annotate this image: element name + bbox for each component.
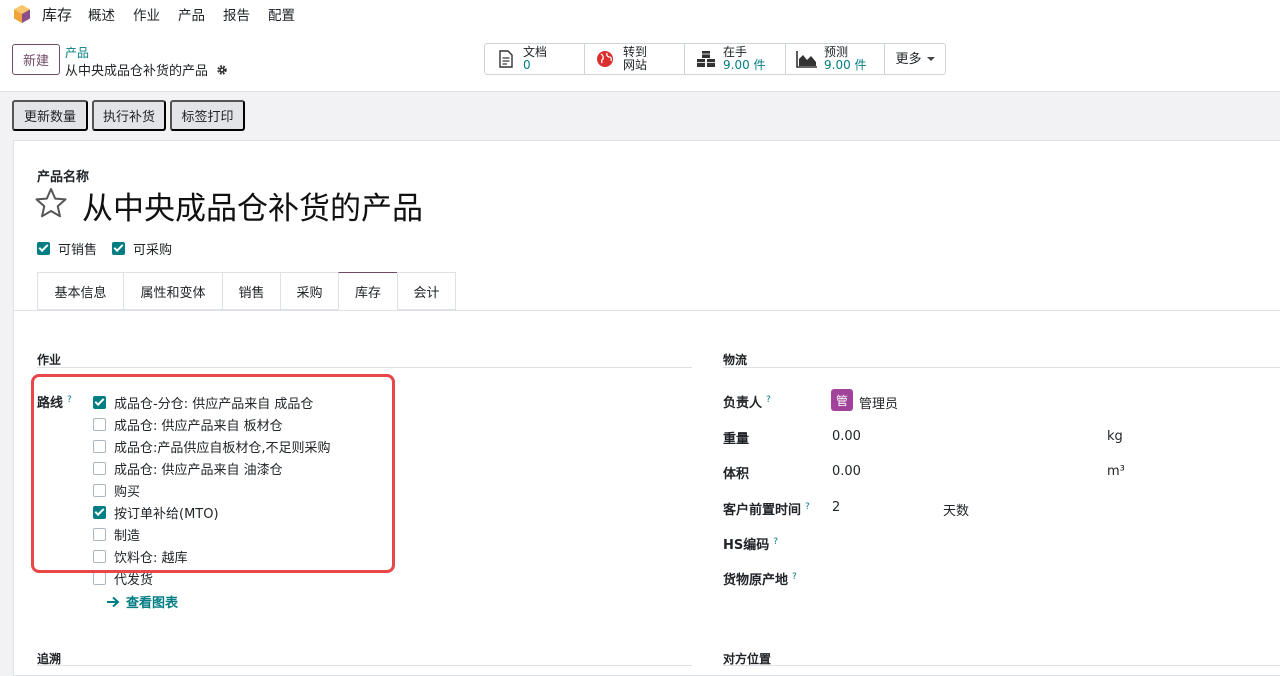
hs-code-label-text: HS编码	[723, 538, 770, 553]
website-value: 网站	[623, 58, 648, 72]
can-be-purchased-label: 可采购	[133, 243, 173, 258]
new-button[interactable]: 新建	[12, 44, 60, 75]
menu-overview[interactable]: 概述	[88, 4, 115, 24]
origin-label: 货物原产地?	[723, 569, 797, 588]
notebook-tabs: 基本信息 属性和变体 销售 采购 库存 会计	[37, 272, 456, 310]
customer-lead-time-label-text: 客户前置时间	[723, 503, 802, 518]
cubes-icon	[697, 51, 715, 67]
operations-group-title: 作业	[37, 353, 62, 367]
breadcrumb-current-label: 从中央成品仓补货的产品	[65, 64, 209, 79]
more-label: 更多	[895, 51, 922, 67]
can-be-sold-checkbox[interactable]: 可销售	[37, 239, 97, 258]
globe-icon	[597, 51, 613, 67]
annotation-highlight-box	[31, 374, 395, 573]
forecast-value: 9.00 件	[824, 58, 867, 72]
origin-label-text: 货物原产地	[723, 573, 789, 588]
group-divider	[37, 367, 692, 368]
responsible-label-text: 负责人	[723, 396, 763, 411]
breadcrumb-current: 从中央成品仓补货的产品	[65, 60, 228, 79]
documents-count: 0	[523, 58, 531, 72]
update-quantity-button[interactable]: 更新数量	[12, 100, 88, 131]
avatar: 管	[831, 389, 853, 411]
volume-label: 体积	[723, 467, 750, 482]
menu-configuration[interactable]: 配置	[268, 4, 295, 24]
checkbox-checked[interactable]	[112, 242, 125, 255]
on-hand-button[interactable]: 在手 9.00 件	[685, 44, 786, 74]
app-name[interactable]: 库存	[42, 4, 72, 25]
tab-inventory[interactable]: 库存	[338, 272, 397, 310]
menu-products[interactable]: 产品	[178, 4, 205, 24]
weight-field[interactable]: 0.00	[832, 429, 861, 444]
weight-label: 重量	[723, 432, 750, 447]
view-diagram-label: 查看图表	[126, 596, 179, 611]
group-divider	[37, 665, 692, 666]
gear-icon[interactable]	[216, 64, 228, 76]
document-icon	[499, 50, 513, 68]
arrow-right-icon	[107, 596, 120, 607]
responsible-field[interactable]: 管理员	[859, 393, 898, 412]
view-diagram-link[interactable]: 查看图表	[106, 592, 178, 611]
smart-buttons: 文档 0 转到 网站 在手 9.00 件 预测 9.00 件 更多	[484, 43, 946, 75]
customer-lead-time-unit: 天数	[943, 504, 970, 519]
help-icon[interactable]: ?	[766, 395, 771, 405]
star-icon[interactable]	[35, 187, 67, 219]
menu-operations[interactable]: 作业	[133, 4, 160, 24]
go-to-website-button[interactable]: 转到 网站	[585, 44, 685, 74]
tab-attributes-variants[interactable]: 属性和变体	[123, 272, 222, 310]
tab-accounting[interactable]: 会计	[397, 272, 456, 310]
customer-lead-time-field[interactable]: 2	[832, 500, 840, 515]
caret-down-icon	[926, 57, 935, 61]
can-be-purchased-checkbox[interactable]: 可采购	[112, 239, 172, 258]
print-labels-button[interactable]: 标签打印	[170, 100, 245, 131]
weight-unit: kg	[1107, 429, 1123, 444]
documents-button[interactable]: 文档 0	[485, 44, 585, 74]
form-sheet: 产品名称 从中央成品仓补货的产品 可销售 可采购 基本信息 属性和变体 销售 采…	[13, 140, 1280, 676]
responsible-label: 负责人?	[723, 392, 771, 411]
product-name-field[interactable]: 从中央成品仓补货的产品	[82, 183, 423, 228]
area-chart-icon	[796, 51, 817, 68]
checkbox-unchecked[interactable]	[93, 572, 106, 586]
customer-lead-time-label: 客户前置时间?	[723, 499, 810, 518]
volume-field[interactable]: 0.00	[832, 464, 861, 479]
help-icon[interactable]: ?	[805, 502, 810, 512]
group-divider	[723, 367, 1280, 368]
volume-unit: m³	[1107, 464, 1125, 479]
top-navbar: 库存 概述 作业 产品 报告 配置	[0, 0, 1280, 28]
tab-divider	[14, 310, 1280, 311]
more-button[interactable]: 更多	[885, 44, 945, 74]
on-hand-value: 9.00 件	[723, 58, 766, 72]
replenish-button[interactable]: 执行补货	[92, 100, 166, 131]
tab-general-info[interactable]: 基本信息	[37, 272, 123, 310]
inventory-app-icon[interactable]	[12, 4, 32, 24]
tab-purchase[interactable]: 采购	[280, 272, 338, 310]
tab-sales[interactable]: 销售	[222, 272, 280, 310]
help-icon[interactable]: ?	[773, 537, 778, 547]
help-icon[interactable]: ?	[792, 572, 797, 582]
menu-reporting[interactable]: 报告	[223, 4, 250, 24]
hs-code-label: HS编码?	[723, 534, 778, 553]
breadcrumb-parent[interactable]: 产品	[65, 44, 89, 61]
control-panel: 新建 产品 从中央成品仓补货的产品 文档 0 转到 网站 在手 9.00 件 预…	[0, 28, 1280, 92]
group-divider	[723, 665, 1280, 666]
logistics-group-title: 物流	[723, 353, 748, 367]
can-be-sold-label: 可销售	[58, 243, 98, 258]
checkbox-checked[interactable]	[37, 242, 50, 255]
forecast-button[interactable]: 预测 9.00 件	[786, 44, 885, 74]
